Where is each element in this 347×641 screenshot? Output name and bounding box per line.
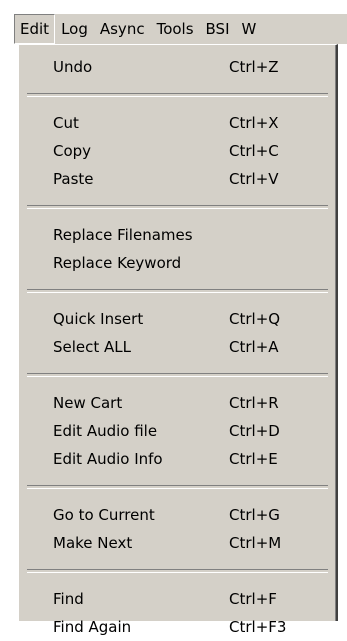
menu-item-label: Paste xyxy=(53,170,94,188)
menu-item-shortcut: Ctrl+Z xyxy=(229,58,279,76)
menubar-tools[interactable]: Tools xyxy=(151,14,200,44)
menu-item-shortcut: Ctrl+R xyxy=(229,394,279,412)
menu-item-label: Find xyxy=(53,590,84,608)
menu-item-shortcut: Ctrl+X xyxy=(229,114,279,132)
menu-separator xyxy=(27,93,328,97)
menu-item-label: Go to Current xyxy=(53,506,155,524)
menu-item-label: New Cart xyxy=(53,394,123,412)
menu-item-copy[interactable]: Copy Ctrl+C xyxy=(19,137,336,165)
menu-separator xyxy=(27,373,328,377)
menu-item-replace-keyword[interactable]: Replace Keyword xyxy=(19,249,336,277)
menu-item-shortcut: Ctrl+F xyxy=(229,590,277,608)
menu-item-make-next[interactable]: Make Next Ctrl+M xyxy=(19,529,336,557)
menubar-bsi[interactable]: BSI xyxy=(200,14,236,44)
menu-item-label: Select ALL xyxy=(53,338,132,356)
menubar-log[interactable]: Log xyxy=(55,14,94,44)
menu-separator xyxy=(27,205,328,209)
menu-bar: Edit Log Async Tools BSI W xyxy=(14,14,347,44)
menu-item-select-all[interactable]: Select ALL Ctrl+A xyxy=(19,333,336,361)
menu-item-cut[interactable]: Cut Ctrl+X xyxy=(19,109,336,137)
menu-item-paste[interactable]: Paste Ctrl+V xyxy=(19,165,336,193)
menu-item-label: Replace Keyword xyxy=(53,254,182,272)
menu-separator xyxy=(27,289,328,293)
menu-item-label: Cut xyxy=(53,114,79,132)
menu-item-edit-audio-file[interactable]: Edit Audio file Ctrl+D xyxy=(19,417,336,445)
menubar-async[interactable]: Async xyxy=(94,14,151,44)
menu-item-shortcut: Ctrl+D xyxy=(229,422,280,440)
edit-menu-dropdown: Undo Ctrl+Z Cut Ctrl+X Copy Ctrl+C Paste… xyxy=(18,44,338,636)
menubar-w[interactable]: W xyxy=(236,14,263,44)
menu-item-label: Make Next xyxy=(53,534,133,552)
menu-item-label: Edit Audio file xyxy=(53,422,158,440)
menu-item-label: Replace Filenames xyxy=(53,226,193,244)
menu-item-label: Quick Insert xyxy=(53,310,144,328)
menu-item-shortcut: Ctrl+C xyxy=(229,142,279,160)
menu-item-undo[interactable]: Undo Ctrl+Z xyxy=(19,53,336,81)
menubar-edit[interactable]: Edit xyxy=(14,14,56,44)
menu-separator xyxy=(27,485,328,489)
menu-item-shortcut: Ctrl+A xyxy=(229,338,279,356)
menu-item-shortcut: Ctrl+G xyxy=(229,506,280,524)
menu-item-label: Edit Audio Info xyxy=(53,450,163,468)
menu-item-shortcut: Ctrl+E xyxy=(229,450,278,468)
menu-item-label: Copy xyxy=(53,142,92,160)
menu-item-new-cart[interactable]: New Cart Ctrl+R xyxy=(19,389,336,417)
menu-item-find[interactable]: Find Ctrl+F xyxy=(19,585,336,613)
menu-separator xyxy=(27,569,328,573)
menu-item-label: Undo xyxy=(53,58,93,76)
menu-item-shortcut: Ctrl+M xyxy=(229,534,282,552)
menu-item-quick-insert[interactable]: Quick Insert Ctrl+Q xyxy=(19,305,336,333)
menu-item-edit-audio-info[interactable]: Edit Audio Info Ctrl+E xyxy=(19,445,336,473)
menu-item-go-to-current[interactable]: Go to Current Ctrl+G xyxy=(19,501,336,529)
menu-item-shortcut: Ctrl+Q xyxy=(229,310,281,328)
menu-item-find-again[interactable]: Find Again Ctrl+F3 xyxy=(19,613,336,641)
menu-item-shortcut: Ctrl+V xyxy=(229,170,279,188)
menu-item-replace-filenames[interactable]: Replace Filenames xyxy=(19,221,336,249)
